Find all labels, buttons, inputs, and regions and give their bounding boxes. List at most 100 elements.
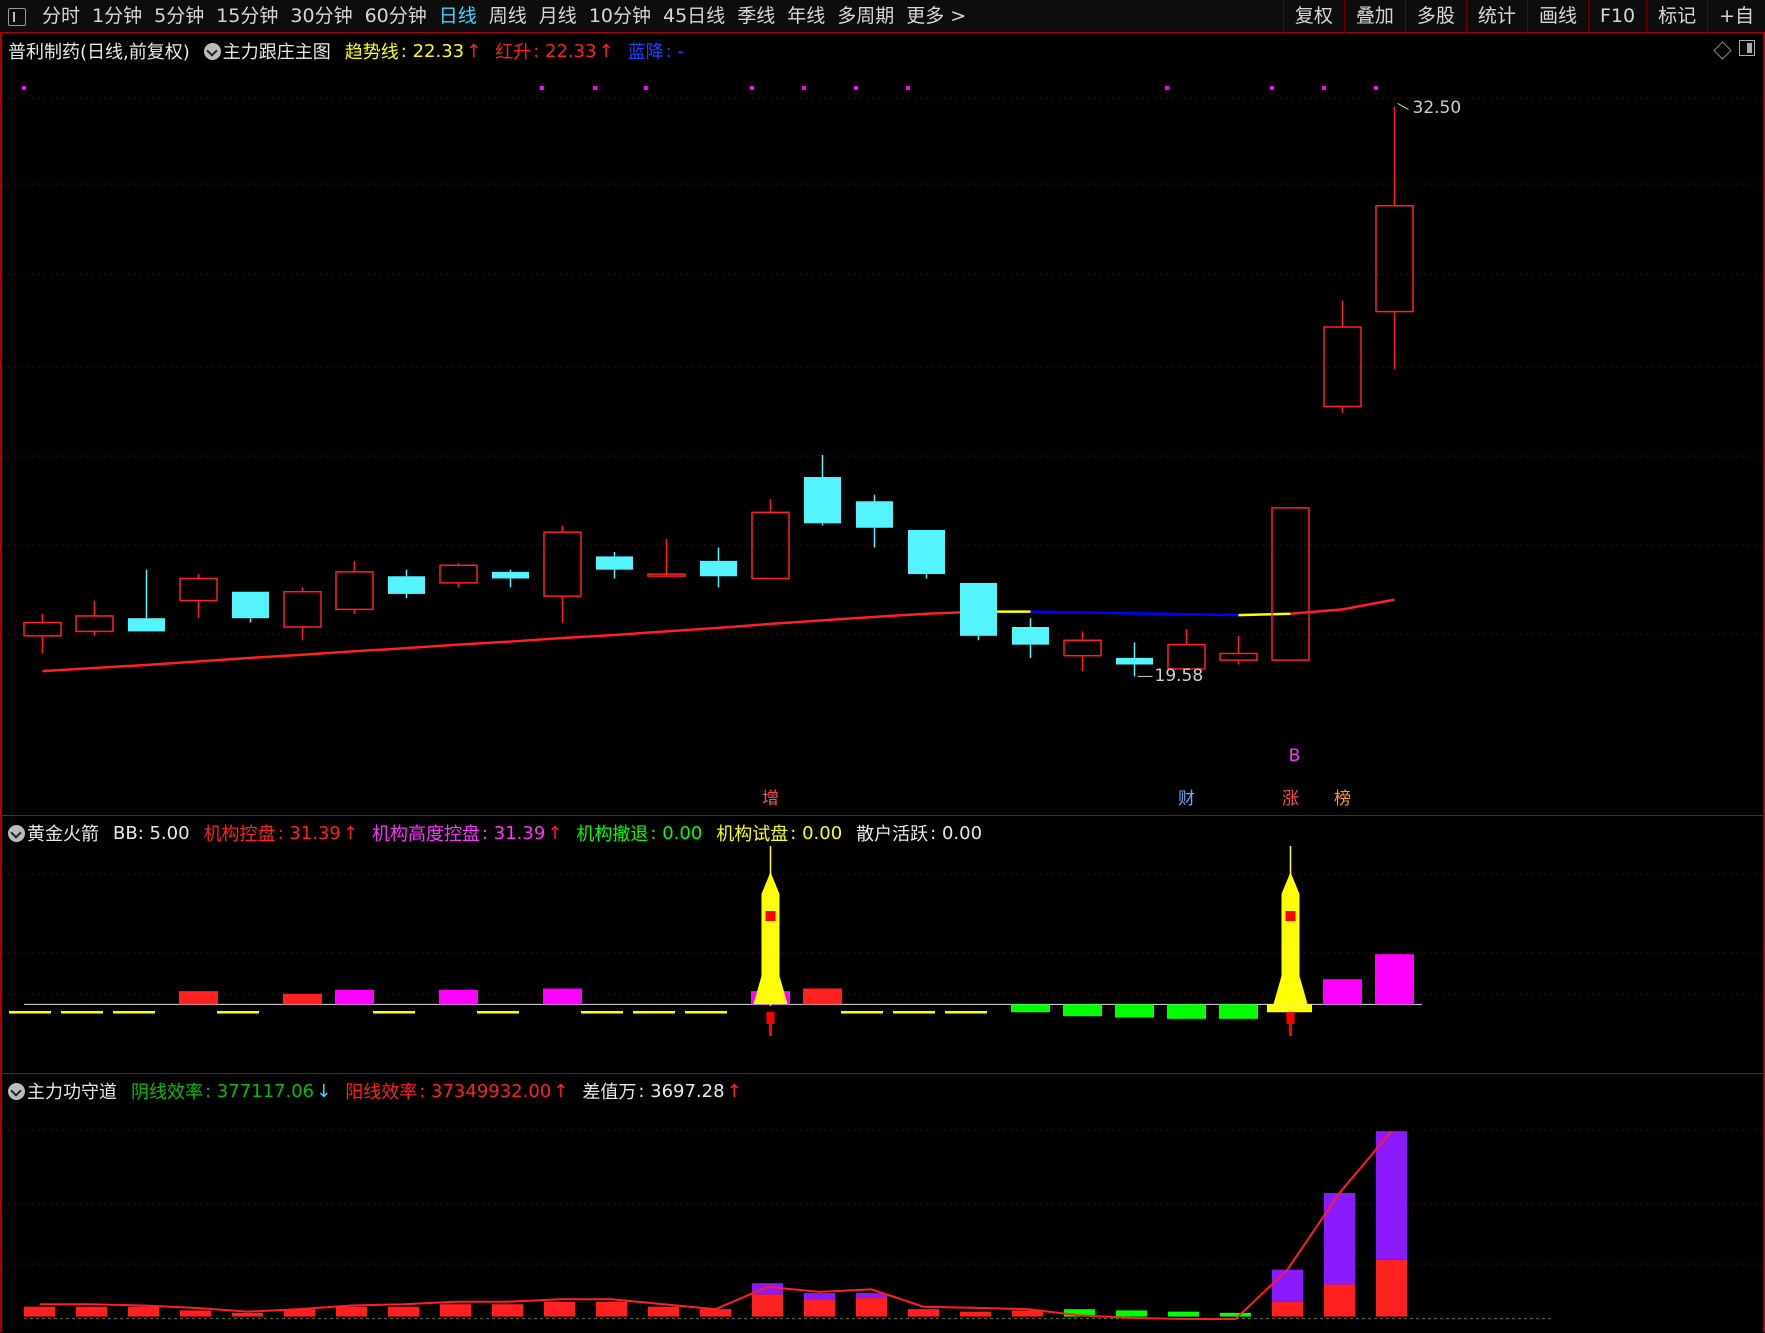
indicator-name[interactable]: 主力跟庄主图 [223, 38, 331, 64]
indicator-bar [1375, 954, 1414, 1005]
event-marker-ranking[interactable]: 榜 [1333, 789, 1353, 809]
period-tab[interactable]: 60分钟 [359, 0, 433, 33]
rocket-legend: 黄金火箭 BB: 5.00 机构控盘 : 31.39 ↑ 机构高度控盘 : 31… [8, 820, 984, 846]
yang-bar [700, 1309, 731, 1317]
period-tab[interactable]: 1分钟 [86, 0, 148, 33]
kline-panel[interactable]: 普利制药(日线,前复权) 主力跟庄主图 趋势线 : 22.33 ↑ 红升 : 2… [2, 34, 1763, 814]
kline-chart[interactable] [2, 34, 1763, 814]
yang-label: 阳线效率 [345, 1082, 418, 1103]
indicator-dropdown-icon[interactable] [203, 42, 221, 60]
period-tab[interactable]: 季线 [731, 0, 781, 33]
toolbar-button[interactable]: 画线 [1526, 0, 1588, 33]
efficiency-bar [1272, 1269, 1303, 1302]
period-tab[interactable]: 5分钟 [148, 0, 210, 33]
period-tab[interactable]: 15分钟 [210, 0, 284, 33]
toolbar-button[interactable]: 标记 [1646, 0, 1707, 33]
trend-line-segment [406, 643, 459, 650]
period-tab[interactable]: 日线 [433, 0, 483, 33]
period-tab[interactable]: 分时 [36, 0, 86, 33]
candle-body [179, 577, 218, 602]
rocket-fin [753, 976, 762, 1004]
signal-dot [1322, 86, 1326, 90]
indicator-bar [1323, 979, 1362, 1005]
trend-line-segment [562, 633, 615, 640]
event-marker-increase[interactable]: 增 [761, 789, 781, 809]
trend-line-segment [510, 636, 563, 643]
trend-line-segment [822, 615, 875, 622]
jgkp-label: 机构控盘 [203, 824, 276, 845]
rocket-fin [1273, 976, 1282, 1004]
up-arrow-icon: ↑ [547, 822, 563, 844]
signal-dot [854, 86, 858, 90]
period-tab[interactable]: 更多 > [900, 0, 972, 33]
yin-value: : 377117.06 [205, 1080, 315, 1102]
rocket-window [1285, 911, 1296, 921]
rocket-fin [1299, 976, 1308, 1004]
toolbar-button[interactable]: 叠加 [1343, 0, 1405, 33]
indicator-name[interactable]: 黄金火箭 [27, 820, 99, 846]
trend-line-segment [666, 626, 719, 633]
candle-body [1116, 657, 1153, 665]
shhy-value: : 0.00 [930, 822, 983, 844]
up-arrow-icon: ↑ [342, 822, 358, 844]
golden-rocket-panel[interactable]: 黄金火箭 BB: 5.00 机构控盘 : 31.39 ↑ 机构高度控盘 : 31… [2, 815, 1763, 1073]
candle-body [1167, 643, 1206, 670]
diamond-icon[interactable] [1713, 41, 1732, 60]
yang-bar [336, 1306, 367, 1317]
trend-line-segment [1342, 598, 1395, 611]
candle-body [908, 529, 945, 575]
yang-bar [128, 1306, 159, 1317]
indicator-bar [803, 988, 842, 1005]
event-marker-finance[interactable]: 财 [1177, 789, 1197, 809]
trend-label: 趋势线 [344, 42, 399, 63]
toolbar-button[interactable]: 复权 [1282, 0, 1344, 33]
yang-value: : 37349932.00 [419, 1080, 552, 1102]
yang-bar [1376, 1259, 1407, 1317]
up-arrow-icon: ↑ [598, 40, 614, 62]
indicator-dropdown-icon[interactable] [8, 1082, 25, 1100]
indicator-name[interactable]: 主力功守道 [27, 1078, 117, 1104]
candle-body [75, 615, 114, 633]
period-tab[interactable]: 30分钟 [284, 0, 358, 33]
indicator-dropdown-icon[interactable] [8, 824, 25, 842]
period-tab[interactable]: 45日线 [657, 0, 731, 33]
yang-bar [76, 1306, 107, 1317]
signal-dot [750, 86, 754, 90]
low-price-label: 19.58 [1154, 666, 1204, 687]
candle-body [960, 582, 997, 636]
main-force-chart[interactable] [2, 1074, 1763, 1333]
period-tab[interactable]: 多周期 [831, 0, 900, 33]
sidebar-toggle-icon[interactable] [8, 7, 26, 26]
candle-body [128, 618, 165, 632]
period-tab[interactable]: 月线 [533, 0, 583, 33]
toolbar-button[interactable]: F10 [1587, 0, 1646, 33]
period-tab[interactable]: 周线 [483, 0, 533, 33]
indicator-bar [1267, 1004, 1312, 1013]
rocket-flame [1286, 1012, 1295, 1024]
period-tab[interactable]: 年线 [781, 0, 831, 33]
yang-bar [492, 1304, 523, 1317]
event-marker-limit-up[interactable]: 涨 [1281, 789, 1301, 809]
candle-body [856, 501, 893, 528]
indicator-bar [1167, 1004, 1206, 1019]
yang-bar [180, 1310, 211, 1317]
period-tab[interactable]: 10分钟 [583, 0, 657, 33]
signal-dot [1374, 86, 1378, 90]
yang-bar [232, 1312, 263, 1317]
trend-line-segment [614, 630, 667, 637]
signal-dot [1270, 86, 1274, 90]
stock-title[interactable]: 普利制药(日线,前复权) [8, 38, 190, 64]
toolbar-button[interactable]: 统计 [1465, 0, 1527, 33]
toolbar-button[interactable]: +自 [1707, 0, 1765, 33]
signal-dot [593, 86, 597, 90]
window-layout-icon[interactable] [1739, 40, 1755, 56]
rocket-chart[interactable] [2, 816, 1763, 1073]
main-force-panel[interactable]: 主力功守道 阴线效率 : 377117.06 ↓ 阳线效率 : 37349932… [2, 1073, 1763, 1333]
toolbar-button[interactable]: 多股 [1404, 0, 1466, 33]
trend-line-segment [1030, 610, 1083, 614]
yang-bar [388, 1306, 419, 1317]
trend-line-segment [874, 612, 927, 619]
yang-bar [1272, 1301, 1303, 1317]
jgct-label: 机构撤退 [576, 824, 649, 845]
yang-bar [752, 1294, 783, 1317]
